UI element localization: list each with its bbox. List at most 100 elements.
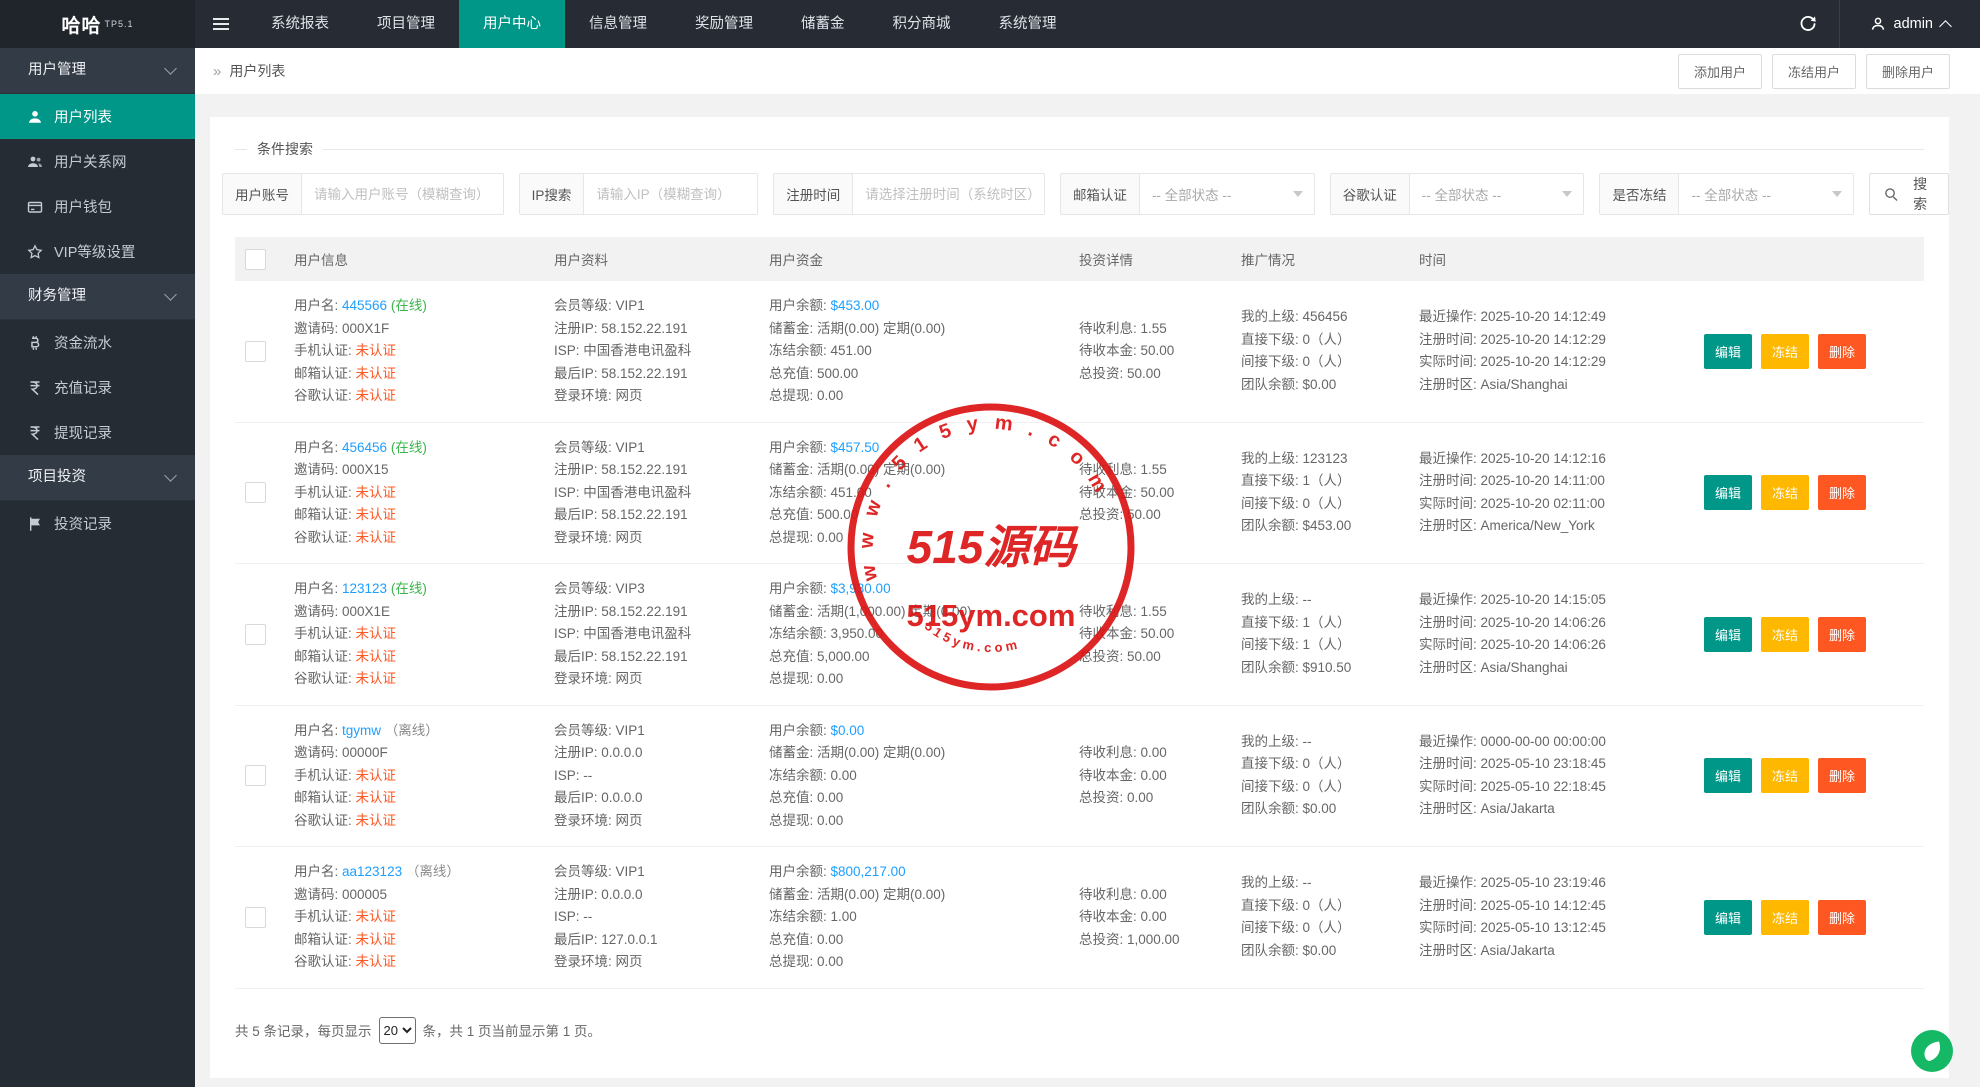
delete-button[interactable]: 删除 (1818, 758, 1867, 794)
edit-button[interactable]: 编辑 (1704, 616, 1753, 652)
nav-project-management[interactable]: 项目管理 (353, 0, 459, 48)
freeze-user-button[interactable]: 冻结用户 (1771, 53, 1856, 89)
time-cell: 最近操作: 2025-10-20 14:12:49 注册时间: 2025-10-… (1419, 309, 1606, 392)
edit-button[interactable]: 编辑 (1704, 758, 1753, 794)
user-funds-cell: 用户余额: $3,930.00 储蓄金: 活期(1,000.00) 定期(0.0… (769, 581, 972, 686)
register-time-input[interactable] (853, 174, 1044, 214)
delete-user-button[interactable]: 删除用户 (1865, 53, 1950, 89)
user-icon (29, 110, 41, 123)
online-status: (在线) (390, 581, 427, 596)
sidebar-group-user-management[interactable]: 用户管理 (0, 48, 195, 94)
refresh-icon[interactable] (1777, 0, 1839, 48)
chevron-down-icon (164, 288, 177, 301)
nav-info-management[interactable]: 信息管理 (565, 0, 671, 48)
row-checkbox[interactable] (245, 765, 266, 787)
row-checkbox[interactable] (245, 623, 266, 645)
promotion-cell: 我的上级: -- 直接下级: 0（人） 间接下级: 0（人） 团队余额: $0.… (1241, 875, 1351, 958)
freeze-button[interactable]: 冻结 (1761, 758, 1810, 794)
search-panel: 条件搜索 (235, 139, 1924, 159)
float-action-button[interactable] (1911, 1030, 1953, 1072)
freeze-button[interactable]: 冻结 (1761, 899, 1810, 935)
balance-value: $457.50 (830, 439, 880, 455)
chevron-up-icon (1939, 19, 1952, 33)
row-checkbox[interactable] (245, 482, 266, 504)
top-nav: 系统报表 项目管理 用户中心 信息管理 奖励管理 储蓄金 积分商城 系统管理 (247, 0, 1081, 48)
sidebar-item-investment-records[interactable]: 投资记录 (0, 501, 195, 546)
delete-button[interactable]: 删除 (1818, 616, 1867, 652)
balance-value: $0.00 (830, 722, 865, 738)
edit-button[interactable]: 编辑 (1704, 475, 1753, 511)
table-row: 用户名: 456456 (在线) 邀请码: 000X15 手机认证: 未认证 邮… (235, 423, 1924, 564)
user-info-cell: 用户名: 456456 (在线) 邀请码: 000X15 手机认证: 未认证 邮… (294, 439, 427, 545)
username-link[interactable]: 456456 (342, 440, 387, 455)
username-link[interactable]: 123123 (342, 581, 387, 596)
select-all-checkbox[interactable] (245, 248, 266, 270)
account-search-input[interactable] (302, 174, 503, 214)
row-checkbox[interactable] (245, 906, 266, 928)
delete-button[interactable]: 删除 (1818, 475, 1867, 511)
page-size-select[interactable]: 20 (378, 1016, 416, 1044)
online-status: (在线) (390, 298, 427, 313)
caret-down-icon (1292, 191, 1303, 197)
promotion-cell: 我的上级: 456456 直接下级: 0（人） 间接下级: 0（人） 团队余额:… (1241, 309, 1351, 392)
nav-system-management[interactable]: 系统管理 (975, 0, 1081, 48)
page-title: 用户列表 (229, 63, 286, 79)
hamburger-menu-icon[interactable] (195, 0, 247, 48)
ip-search-input[interactable] (584, 174, 758, 214)
promotion-cell: 我的上级: -- 直接下级: 0（人） 间接下级: 0（人） 团队余额: $0.… (1241, 733, 1351, 817)
time-cell: 最近操作: 2025-10-20 14:12:16 注册时间: 2025-10-… (1419, 450, 1606, 534)
nav-user-center[interactable]: 用户中心 (459, 0, 565, 48)
time-cell: 最近操作: 2025-05-10 23:19:46 注册时间: 2025-05-… (1419, 875, 1606, 958)
balance-value: $3,930.00 (830, 581, 891, 596)
search-button[interactable]: 搜索 (1869, 173, 1949, 215)
username-link[interactable]: aa123123 (342, 864, 402, 879)
sidebar-item-user-wallet[interactable]: 用户钱包 (0, 184, 195, 229)
row-actions: 编辑 冻结 删除 (1690, 437, 1924, 550)
delete-button[interactable]: 删除 (1818, 899, 1867, 935)
sidebar-group-project-investment[interactable]: 项目投资 (0, 455, 195, 501)
delete-button[interactable]: 删除 (1818, 333, 1867, 369)
sidebar-item-user-list[interactable]: 用户列表 (0, 94, 195, 139)
edit-button[interactable]: 编辑 (1704, 899, 1753, 935)
freeze-button[interactable]: 冻结 (1761, 333, 1810, 369)
flag-icon (30, 516, 40, 531)
email-auth-group: 邮箱认证 -- 全部状态 -- (1059, 173, 1315, 215)
user-list-card: 条件搜索 用户账号 IP搜索 注册时间 邮箱认证 -- 全部状态 -- 谷歌认证… (210, 117, 1949, 1078)
nav-savings[interactable]: 储蓄金 (777, 0, 869, 48)
chevron-down-icon (164, 62, 177, 75)
chevron-down-icon (164, 469, 177, 482)
user-funds-cell: 用户余额: $453.00 储蓄金: 活期(0.00) 定期(0.00) 冻结余… (769, 298, 946, 403)
frozen-status-group: 是否冻结 -- 全部状态 -- (1599, 173, 1855, 215)
rupee-icon (30, 425, 40, 440)
sidebar-group-finance-management[interactable]: 财务管理 (0, 274, 195, 320)
online-status: （离线） (405, 864, 460, 879)
rupee-icon (30, 380, 40, 395)
nav-points-mall[interactable]: 积分商城 (869, 0, 975, 48)
sidebar: 用户管理 用户列表 用户关系网 用户钱包 VIP等级设置 财务管理 资金流水 充… (0, 48, 195, 1087)
frozen-status-select[interactable]: -- 全部状态 -- (1679, 174, 1853, 214)
username-link[interactable]: 445566 (342, 298, 387, 313)
user-profile-cell: 会员等级: VIP1 注册IP: 0.0.0.0 ISP: -- 最后IP: 0… (554, 722, 645, 828)
logo-version-badge: TP5.1 (104, 19, 134, 29)
admin-user-menu[interactable]: admin (1838, 0, 1980, 48)
user-info-cell: 用户名: 445566 (在线) 邀请码: 000X1F 手机认证: 未认证 邮… (294, 298, 427, 403)
nav-reward-management[interactable]: 奖励管理 (671, 0, 777, 48)
username-link[interactable]: tgymw (342, 723, 381, 738)
sidebar-item-fund-flow[interactable]: 资金流水 (0, 320, 195, 365)
nav-system-reports[interactable]: 系统报表 (247, 0, 353, 48)
breadcrumb-bar: » 用户列表 添加用户 冻结用户 删除用户 (195, 48, 1980, 94)
sidebar-item-recharge-records[interactable]: 充值记录 (0, 365, 195, 410)
google-auth-select[interactable]: -- 全部状态 -- (1410, 174, 1584, 214)
sidebar-item-withdraw-records[interactable]: 提现记录 (0, 410, 195, 455)
row-actions: 编辑 冻结 删除 (1690, 295, 1924, 408)
user-info-cell: 用户名: 123123 (在线) 邀请码: 000X1E 手机认证: 未认证 邮… (294, 581, 427, 686)
ip-search-group: IP搜索 (518, 173, 759, 215)
freeze-button[interactable]: 冻结 (1761, 475, 1810, 511)
add-user-button[interactable]: 添加用户 (1677, 53, 1762, 89)
sidebar-item-user-network[interactable]: 用户关系网 (0, 139, 195, 184)
freeze-button[interactable]: 冻结 (1761, 616, 1810, 652)
email-auth-select[interactable]: -- 全部状态 -- (1140, 174, 1314, 214)
row-checkbox[interactable] (245, 340, 266, 362)
sidebar-item-vip-levels[interactable]: VIP等级设置 (0, 229, 195, 274)
edit-button[interactable]: 编辑 (1704, 333, 1753, 369)
